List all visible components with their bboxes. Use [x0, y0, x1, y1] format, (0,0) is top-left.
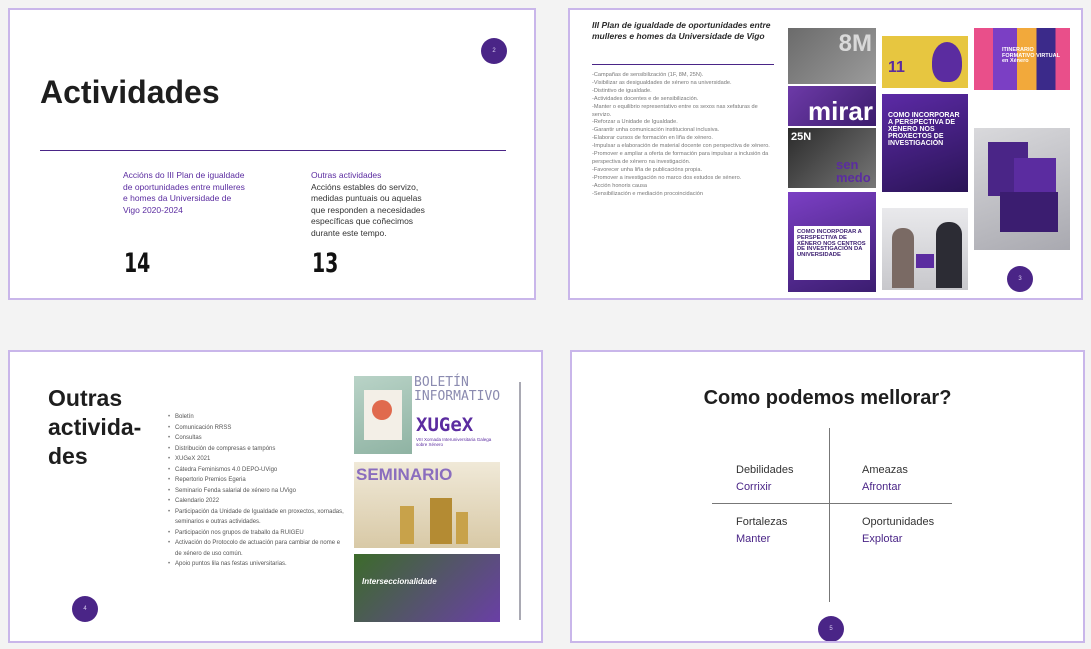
slide-como-mellorar[interactable]: Como podemos mellorar? Debilidades Corri…	[570, 350, 1085, 643]
slide-title: Actividades	[40, 74, 220, 110]
page-number-badge: 2	[481, 38, 507, 64]
campaign-8m-image: 8M	[788, 28, 876, 84]
list-item: Calendario 2022	[168, 496, 346, 507]
interseccionalidade-image: Interseccionalidade	[354, 554, 500, 622]
slide-plan-igualdade[interactable]: III Plan de igualdade de oportunidades e…	[568, 8, 1083, 300]
plan-actions-heading: Accións do III Plan de igualdade de opor…	[123, 170, 245, 215]
quadrant-ameazas: Ameazas Afrontar	[862, 464, 908, 493]
other-activities-column: Outras actividades Accións estables do s…	[311, 170, 433, 239]
quadrant-fortalezas: Fortalezas Manter	[736, 516, 788, 545]
plan-items-list: -Campañas de sensibilización (1F, 8M, 25…	[592, 72, 772, 199]
list-item: Consultas	[168, 433, 346, 444]
campaign-11f-image: 11	[882, 36, 968, 88]
list-item: -Promover a investigación no marco dos e…	[592, 174, 742, 181]
list-item: -Favorecer unha liña de publicacións pro…	[592, 166, 703, 173]
boletin-cover-image	[354, 376, 412, 454]
xugex-subtitle: VIII Xornada Interuniversitaria Galega s…	[416, 437, 492, 447]
list-item: -Visibilizar as desigualdades de xénero …	[592, 79, 732, 86]
plan-actions-count: 14	[124, 248, 151, 279]
list-item: -Elaborar cursos de formación en liña de…	[592, 135, 713, 142]
slide-outras-actividades[interactable]: Outras activida- des BoletínComunicación…	[8, 350, 543, 643]
page-number-badge: 4	[72, 596, 98, 622]
list-item: XUGeX 2021	[168, 454, 346, 465]
xugex-logo-text: XUGeX	[416, 414, 474, 436]
list-item: Participación nos grupos de traballo da …	[168, 528, 346, 539]
plan-actions-column: Accións do III Plan de igualdade de opor…	[123, 170, 248, 216]
other-activities-body: Accións estables do servizo, medidas pun…	[311, 181, 425, 238]
list-item: -Impulsar a elaboración de material doce…	[592, 143, 770, 150]
boletin-title: BOLETÍN INFORMATIVO	[414, 375, 501, 404]
seminario-image: SEMINARIO	[354, 462, 500, 548]
list-item: -Distintivo de igualdade.	[592, 87, 652, 94]
campaign-25n-image: 25N sen medo	[788, 128, 876, 188]
quadrant-debilidades: Debilidades Corrixir	[736, 464, 794, 493]
list-item: Boletín	[168, 412, 346, 423]
list-item: Comunicación RRSS	[168, 423, 346, 434]
list-item: -Sensibilización e mediación procoincida…	[592, 190, 704, 197]
campaign-mirar-image: mirar	[788, 86, 876, 126]
other-activities-heading: Outras actividades	[311, 170, 382, 180]
horizontal-divider	[712, 503, 952, 504]
other-activities-count: 13	[312, 248, 339, 279]
divider	[519, 382, 521, 620]
list-item: Apoio puntos lila nas festas universitar…	[168, 559, 346, 570]
list-item: -Promover e ampliar a oferta de formació…	[592, 151, 769, 165]
divider	[40, 150, 506, 151]
activities-list: BoletínComunicación RRSSConsultasDistrib…	[168, 412, 346, 570]
plan-heading: III Plan de igualdade de oportunidades e…	[592, 20, 771, 41]
list-item: Activación do Protocolo de actuación par…	[168, 538, 346, 559]
divider	[592, 64, 774, 65]
list-item: -Garantir unha comunicación instituciona…	[592, 127, 720, 134]
page-number-badge: 3	[1007, 266, 1033, 292]
handshake-photo	[882, 208, 968, 290]
list-item: -Actividades docentes e de sensibilizaci…	[592, 95, 699, 102]
quadrant-oportunidades: Oportunidades Explotar	[862, 516, 935, 545]
guide-centros-image: COMO INCORPORAR A PERSPECTIVA DE XÉNERO …	[788, 192, 876, 292]
slide-actividades[interactable]: 2 Actividades Accións do III Plan de igu…	[8, 8, 536, 300]
list-item: Repertorio Premios Egeria	[168, 475, 346, 486]
list-item: -Acción honoris causa	[592, 182, 648, 189]
itinerario-formativo-image: ITINERARIO FORMATIVO VIRTUAL en Xénero	[974, 28, 1070, 112]
list-item: -Reforzar a Unidade de Igualdade.	[592, 119, 678, 126]
list-item: -Manter o equilibrio representativo entr…	[592, 103, 758, 118]
guide-proxectos-image: COMO INCORPORAR A PERSPECTIVA DE XÉNERO …	[882, 94, 968, 192]
page-number-badge: 5	[818, 616, 844, 641]
slide-title: Como podemos mellorar?	[703, 387, 952, 409]
slide-title: Outras activida- des	[48, 385, 142, 469]
list-item: -Campañas de sensibilización (1F, 8M, 25…	[592, 72, 704, 78]
list-item: Cátedra Feminismos 4.0 DEPO-UVigo	[168, 465, 346, 476]
list-item: Distribución de compresas e tampóns	[168, 444, 346, 455]
list-item: Participación da Unidade de Igualdade en…	[168, 507, 346, 528]
list-item: Seminario Fenda salarial de xénero na UV…	[168, 486, 346, 497]
vertical-divider	[829, 428, 830, 602]
books-photo	[974, 128, 1070, 250]
